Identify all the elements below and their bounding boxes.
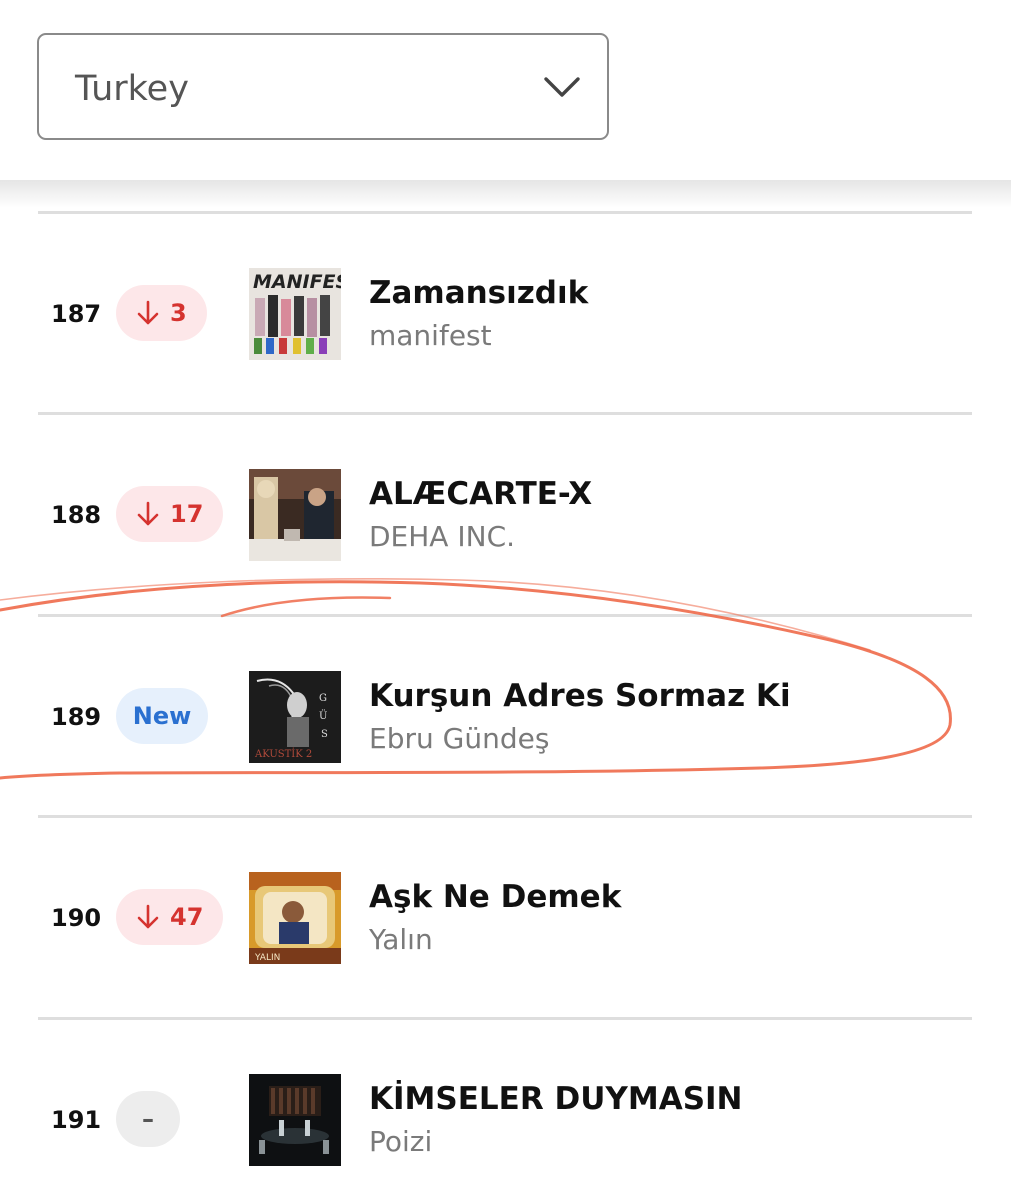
album-cover: YALIN bbox=[249, 872, 341, 964]
country-select-value: Turkey bbox=[75, 69, 189, 109]
artist-name[interactable]: DEHA INC. bbox=[369, 520, 515, 554]
rank-number: 188 bbox=[51, 501, 102, 529]
chart-row[interactable]: 190 47 YALIN Aşk Ne Demek Yalın bbox=[0, 817, 1011, 1017]
rank-change-value: 47 bbox=[170, 903, 204, 931]
rank-number: 187 bbox=[51, 300, 102, 328]
svg-text:G: G bbox=[319, 693, 327, 704]
chart-row[interactable]: 189 New G Ü S AKUSTİK 2 Kurşun Adres Sor… bbox=[0, 616, 1011, 816]
album-cover bbox=[249, 469, 341, 561]
track-title[interactable]: Kurşun Adres Sormaz Ki bbox=[369, 677, 791, 715]
header-shadow bbox=[0, 180, 1011, 208]
arrow-down-icon bbox=[137, 501, 159, 526]
rank-number: 189 bbox=[51, 703, 102, 731]
new-entry-badge: New bbox=[116, 688, 208, 744]
rank-change-value: 3 bbox=[170, 299, 187, 327]
artist-name[interactable]: manifest bbox=[369, 319, 492, 353]
album-cover bbox=[249, 1074, 341, 1166]
rank-change-badge: 3 bbox=[116, 285, 207, 341]
artist-name[interactable]: Yalın bbox=[369, 923, 433, 957]
rank-number: 190 bbox=[51, 904, 102, 932]
svg-text:AKUSTİK 2: AKUSTİK 2 bbox=[254, 748, 312, 760]
track-title[interactable]: KİMSELER DUYMASIN bbox=[369, 1080, 743, 1118]
track-title[interactable]: Zamansızdık bbox=[369, 274, 588, 312]
album-cover: G Ü S AKUSTİK 2 bbox=[249, 671, 341, 763]
svg-text:S: S bbox=[321, 729, 328, 740]
arrow-down-icon bbox=[137, 300, 159, 325]
no-change-badge: – bbox=[116, 1091, 180, 1147]
svg-text:YALIN: YALIN bbox=[254, 953, 280, 963]
track-title[interactable]: Aşk Ne Demek bbox=[369, 878, 621, 916]
svg-text:Ü: Ü bbox=[319, 710, 327, 722]
rank-number: 191 bbox=[51, 1106, 102, 1134]
chart-row[interactable]: 187 3 MANIFEST bbox=[0, 213, 1011, 413]
chart-page: 187 3 MANIFEST bbox=[0, 0, 1011, 1200]
chevron-down-icon bbox=[544, 77, 580, 97]
artist-name[interactable]: Ebru Gündeş bbox=[369, 722, 549, 756]
rank-change-value: New bbox=[132, 702, 192, 730]
rank-change-badge: 17 bbox=[116, 486, 224, 542]
rank-change-value: 17 bbox=[170, 500, 204, 528]
track-title[interactable]: ALÆCARTE-X bbox=[369, 475, 592, 513]
album-cover: MANIFEST bbox=[249, 268, 341, 360]
country-select[interactable]: Turkey bbox=[37, 33, 609, 140]
chart-row[interactable]: 188 17 ALÆCARTE-X DEHA INC. bbox=[0, 414, 1011, 614]
artist-name[interactable]: Poizi bbox=[369, 1125, 432, 1159]
header: Turkey bbox=[0, 0, 1011, 180]
rank-change-badge: 47 bbox=[116, 889, 224, 945]
arrow-down-icon bbox=[137, 904, 159, 929]
chart-row[interactable]: 191 – KİMSELER DUYMASIN Poizi bbox=[0, 1019, 1011, 1200]
svg-text:MANIFEST: MANIFEST bbox=[253, 271, 341, 293]
rank-change-value: – bbox=[142, 1105, 154, 1133]
